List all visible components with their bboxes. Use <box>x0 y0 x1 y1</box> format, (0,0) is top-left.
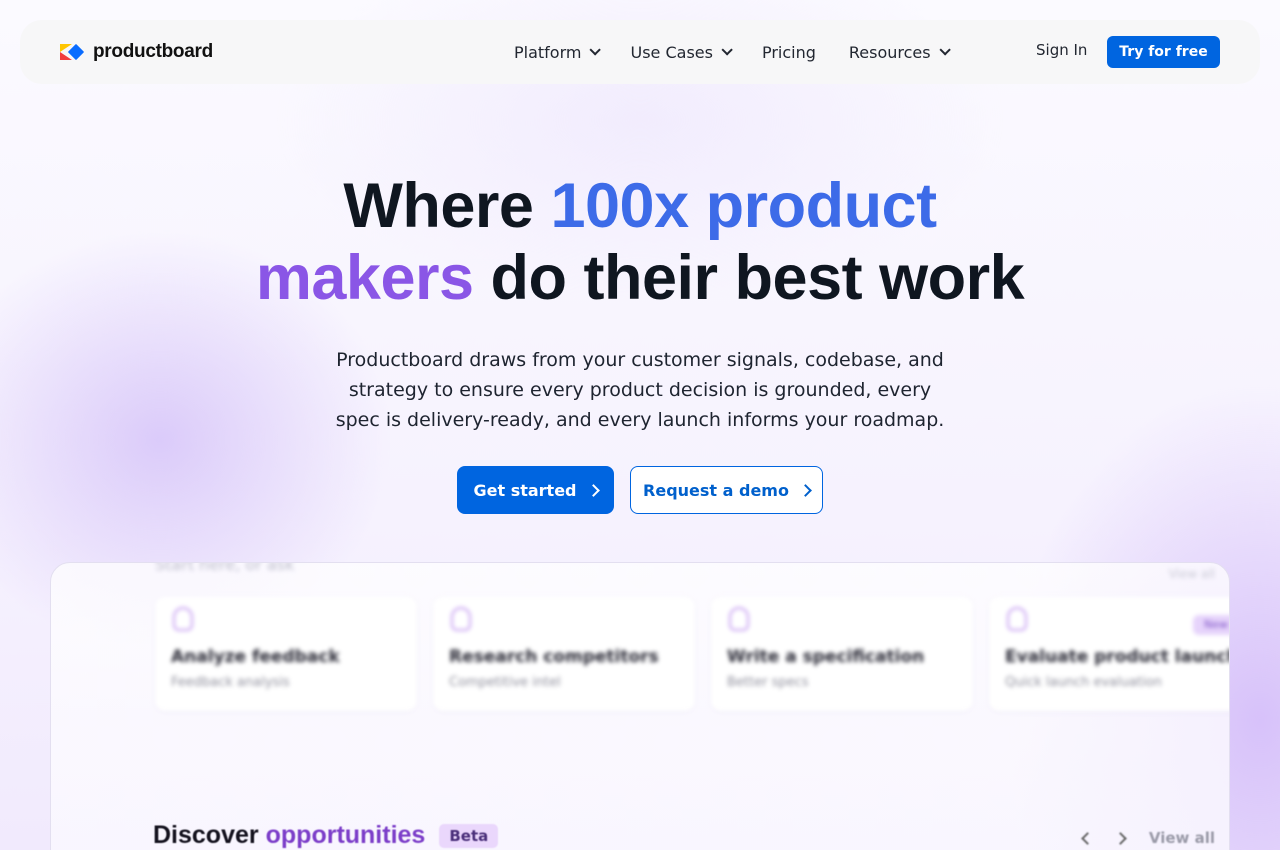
preview-top-label: Start here, or ask <box>155 562 295 574</box>
preview-top-view-all: View all <box>1168 567 1215 581</box>
card-subtitle: Quick launch evaluation <box>1005 675 1162 690</box>
request-demo-label: Request a demo <box>643 480 789 500</box>
hero-title-highlight1: 100x product <box>550 171 937 241</box>
carousel-controls: View all <box>1080 829 1215 847</box>
beta-badge: Beta <box>439 823 499 848</box>
nav-item-label: Use Cases <box>630 42 713 62</box>
view-all-link[interactable]: View all <box>1149 829 1215 847</box>
new-badge: New <box>1193 615 1229 635</box>
chevron-right-icon <box>799 483 812 497</box>
card-subtitle: Competitive intel <box>449 675 561 690</box>
nav-item-pricing[interactable]: Pricing <box>762 43 816 62</box>
nav-item-label: Resources <box>848 42 931 62</box>
hero-title-part2: do their best work <box>473 243 1025 313</box>
card-subtitle: Feedback analysis <box>171 675 290 690</box>
card-title: Evaluate product launch <box>1005 647 1230 667</box>
try-for-free-button[interactable]: Try for free <box>1107 36 1220 68</box>
suggestion-card[interactable]: New Evaluate product launch Quick launch… <box>989 597 1230 711</box>
suggestion-card[interactable]: Analyze feedback Feedback analysis <box>155 597 417 711</box>
nav-item-resources[interactable]: Resources <box>848 42 951 62</box>
section-heading: Discover opportunities Beta <box>153 821 499 850</box>
request-demo-button[interactable]: Request a demo <box>630 466 823 514</box>
nav-item-label: Pricing <box>761 42 816 62</box>
trophy-icon <box>451 607 471 631</box>
chevron-right-icon <box>586 483 600 497</box>
card-title: Analyze feedback <box>171 647 340 667</box>
chevron-left-icon[interactable] <box>1080 831 1094 845</box>
chevron-down-icon <box>721 44 733 56</box>
chevron-down-icon <box>589 44 602 56</box>
rocket-icon <box>1007 607 1027 631</box>
chevron-right-icon[interactable] <box>1113 831 1127 845</box>
card-title: Write a specification <box>727 647 925 667</box>
nav-item-platform[interactable]: Platform <box>514 42 602 62</box>
chevron-down-icon <box>939 44 951 56</box>
sign-in-link[interactable]: Sign In <box>1036 41 1087 59</box>
hero-subtitle: Productboard draws from your customer si… <box>335 349 945 431</box>
productboard-logo-icon <box>60 42 85 62</box>
hero-title: Where 100x product makers do their best … <box>0 170 1280 314</box>
card-subtitle: Better specs <box>727 675 809 690</box>
bulb-icon <box>173 607 193 631</box>
suggestion-cards: Analyze feedback Feedback analysis Resea… <box>155 597 1230 711</box>
nav-item-use-cases[interactable]: Use Cases <box>630 42 733 62</box>
main-menu: Platform Use Cases Pricing Resources <box>514 20 980 84</box>
top-nav: productboard Platform Use Cases Pricing … <box>20 20 1260 84</box>
suggestion-card[interactable]: Write a specification Better specs <box>711 597 973 711</box>
suggestion-card[interactable]: Research competitors Competitive intel <box>433 597 695 711</box>
productboard-logo[interactable]: productboard <box>60 41 213 63</box>
get-started-label: Get started <box>473 480 577 500</box>
section-title: Discover <box>153 821 259 849</box>
hero-title-part1: Where <box>343 171 551 241</box>
product-preview: Start here, or ask View all Analyze feed… <box>50 562 1230 850</box>
get-started-button[interactable]: Get started <box>457 466 614 514</box>
document-icon <box>729 607 749 631</box>
nav-item-label: Platform <box>514 42 582 62</box>
card-title: Research competitors <box>449 647 659 667</box>
section-highlight: opportunities <box>265 821 426 849</box>
logo-text: productboard <box>93 41 213 62</box>
hero-title-highlight2: makers <box>255 243 474 313</box>
